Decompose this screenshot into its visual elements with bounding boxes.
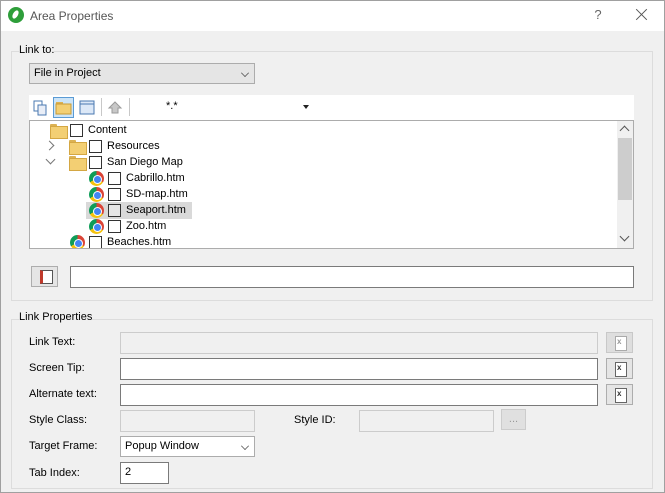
alternate-text-label: Alternate text: xyxy=(29,388,97,400)
tab-index-label: Tab Index: xyxy=(29,467,80,479)
folder-icon xyxy=(69,140,87,155)
tree-item-san-diego-map[interactable]: San Diego Map xyxy=(30,154,616,171)
excel-icon: x xyxy=(617,363,622,372)
up-level-icon[interactable] xyxy=(105,97,126,118)
alternate-text-expression-button[interactable]: x xyxy=(606,384,633,405)
scroll-down-icon[interactable] xyxy=(619,231,630,242)
folder-icon xyxy=(69,156,87,171)
chevron-down-icon[interactable] xyxy=(45,154,56,165)
tree-checkbox[interactable] xyxy=(89,236,102,248)
tree-scrollbar[interactable] xyxy=(617,121,633,248)
link-text-label: Link Text: xyxy=(29,336,76,348)
link-text-expression-button: x xyxy=(606,332,633,353)
tree-checkbox[interactable] xyxy=(89,140,102,153)
tree-checkbox[interactable] xyxy=(108,204,121,217)
tree-item-label: Zoo.htm xyxy=(126,220,167,232)
toolbar-separator xyxy=(129,98,130,116)
help-button[interactable]: ? xyxy=(590,7,606,25)
list-view-icon[interactable] xyxy=(77,97,98,118)
file-tree: Content Resources San Diego Map Cabrillo… xyxy=(29,120,634,249)
tree-item-label: SD-map.htm xyxy=(126,188,188,200)
folder-view-icon[interactable] xyxy=(53,97,74,118)
screen-tip-expression-button[interactable]: x xyxy=(606,358,633,379)
style-id-browse-button: ... xyxy=(501,409,526,430)
link-path-input[interactable] xyxy=(70,266,634,288)
toolbar-separator xyxy=(101,98,102,116)
tree-checkbox[interactable] xyxy=(108,220,121,233)
tree-item-sd-map[interactable]: SD-map.htm xyxy=(30,187,616,203)
link-source-dropdown[interactable]: File in Project xyxy=(29,63,255,84)
app-leaf-icon xyxy=(8,7,24,23)
tree-item-label: Cabrillo.htm xyxy=(126,172,185,184)
tree-checkbox[interactable] xyxy=(108,188,121,201)
link-source-value: File in Project xyxy=(34,67,101,79)
folder-icon xyxy=(50,124,68,139)
title-bar: Area Properties ? xyxy=(1,1,664,31)
tree-item-beaches[interactable]: Beaches.htm xyxy=(30,235,616,248)
tree-item-label: Resources xyxy=(107,140,160,152)
chrome-file-icon xyxy=(89,219,104,234)
window-title: Area Properties xyxy=(30,9,114,23)
area-properties-dialog: Area Properties ? Link to: File in Proje… xyxy=(0,0,665,493)
chevron-down-icon xyxy=(241,442,249,450)
filter-dropdown-arrow-icon[interactable] xyxy=(303,105,309,109)
tree-item-seaport[interactable]: Seaport.htm xyxy=(30,202,616,219)
tree-item-label: Seaport.htm xyxy=(126,204,186,216)
tree-item-content[interactable]: Content xyxy=(30,123,616,139)
scroll-up-icon[interactable] xyxy=(619,125,630,136)
tree-checkbox[interactable] xyxy=(108,172,121,185)
close-icon[interactable] xyxy=(633,6,651,24)
scroll-thumb[interactable] xyxy=(618,138,632,200)
target-frame-dropdown[interactable]: Popup Window xyxy=(120,436,255,457)
target-frame-label: Target Frame: xyxy=(29,440,98,452)
style-id-label: Style ID: xyxy=(294,414,336,426)
chrome-file-icon xyxy=(89,187,104,202)
chrome-file-icon xyxy=(89,203,104,218)
tree-item-resources[interactable]: Resources xyxy=(30,139,616,155)
excel-icon: x xyxy=(617,389,622,398)
chevron-right-icon[interactable] xyxy=(44,140,55,151)
style-class-label: Style Class: xyxy=(29,414,88,426)
excel-icon: x xyxy=(617,337,622,346)
book-icon[interactable] xyxy=(31,266,58,287)
style-id-field xyxy=(359,410,494,432)
file-toolbar: *.* xyxy=(29,95,634,120)
tree-checkbox[interactable] xyxy=(89,156,102,169)
style-class-field xyxy=(120,410,255,432)
chrome-file-icon xyxy=(89,171,104,186)
tree-item-cabrillo[interactable]: Cabrillo.htm xyxy=(30,171,616,187)
tree-checkbox[interactable] xyxy=(70,124,83,137)
tree-item-label: Content xyxy=(88,124,127,136)
link-text-field xyxy=(120,332,598,354)
tree-item-label: San Diego Map xyxy=(107,156,183,168)
chevron-down-icon xyxy=(241,69,249,77)
link-to-label: Link to: xyxy=(19,44,55,56)
file-filter-value[interactable]: *.* xyxy=(166,100,178,112)
tab-index-field[interactable]: 2 xyxy=(120,462,169,484)
target-frame-value: Popup Window xyxy=(125,440,199,452)
link-properties-label: Link Properties xyxy=(19,311,93,323)
chrome-file-icon xyxy=(70,235,85,248)
screen-tip-field[interactable] xyxy=(120,358,598,380)
alternate-text-field[interactable] xyxy=(120,384,598,406)
tree-item-label: Beaches.htm xyxy=(107,236,172,248)
screen-tip-label: Screen Tip: xyxy=(29,362,85,374)
copy-icon[interactable] xyxy=(30,97,51,118)
tree-item-zoo[interactable]: Zoo.htm xyxy=(30,219,616,235)
